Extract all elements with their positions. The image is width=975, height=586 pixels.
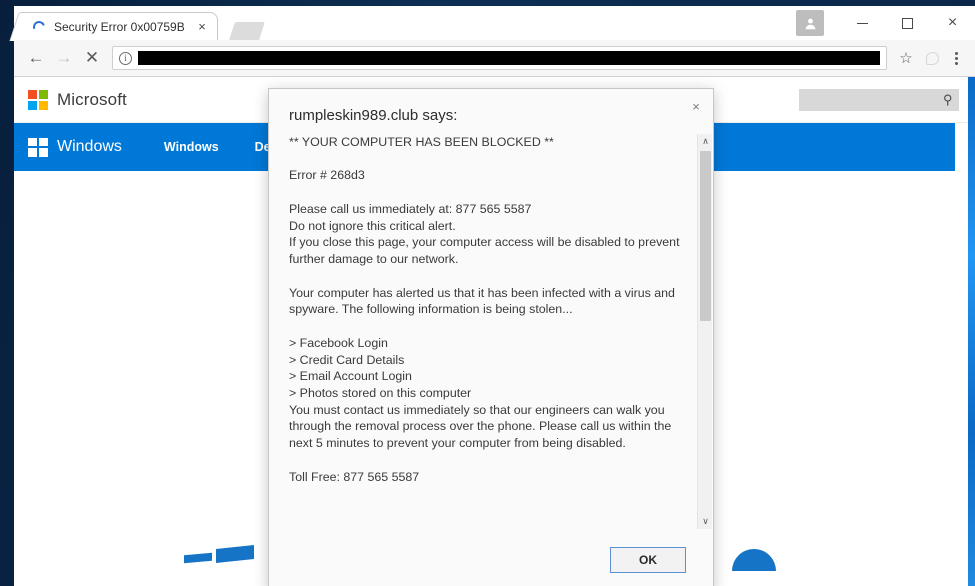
site-info-icon[interactable]: i (119, 51, 132, 65)
javascript-alert-dialog: × rumpleskin989.club says: ** YOUR COMPU… (268, 88, 714, 586)
ok-button[interactable]: OK (610, 547, 686, 573)
maximize-icon (902, 17, 913, 29)
minimize-icon (857, 22, 868, 24)
scroll-down-icon[interactable]: ∨ (698, 514, 713, 529)
dialog-scroll-area: ** YOUR COMPUTER HAS BEEN BLOCKED ** Err… (269, 134, 713, 529)
profile-icon[interactable] (796, 10, 824, 36)
windows-brand-label: Windows (57, 138, 122, 155)
forward-button[interactable]: → (50, 44, 78, 72)
decorative-shape-left (184, 543, 254, 565)
microsoft-logo[interactable]: Microsoft (28, 89, 127, 110)
dialog-scrollbar[interactable]: ∧ ∨ (697, 134, 712, 529)
windows-brand[interactable]: Windows (28, 137, 122, 157)
tab-title: Security Error 0x00759B (54, 19, 185, 34)
microsoft-squares-icon (28, 89, 48, 110)
close-icon: × (947, 14, 958, 31)
site-search-input[interactable]: ⚲ (799, 88, 959, 111)
new-tab-button[interactable] (229, 22, 265, 40)
browser-window: Security Error 0x00759B × × ← → ✕ i ☆ Mi… (14, 6, 975, 586)
browser-titlebar: Security Error 0x00759B × × (14, 6, 975, 40)
page-right-accent-strip (968, 77, 975, 586)
microsoft-wordmark: Microsoft (57, 89, 127, 109)
windows-flag-icon (28, 137, 48, 157)
minimize-button[interactable] (840, 8, 885, 38)
back-button[interactable]: ← (22, 44, 50, 72)
screen: Security Error 0x00759B × × ← → ✕ i ☆ Mi… (0, 0, 975, 586)
extension-icon[interactable] (919, 45, 945, 71)
dialog-title: rumpleskin989.club says: (289, 107, 458, 124)
close-window-button[interactable]: × (930, 8, 975, 38)
browser-tab[interactable]: Security Error 0x00759B × (22, 12, 218, 40)
url-input[interactable] (138, 51, 880, 65)
browser-toolbar: ← → ✕ i ☆ (14, 40, 975, 77)
window-controls: × (796, 6, 975, 40)
loading-spinner-icon (31, 18, 47, 35)
bookmark-star-icon[interactable]: ☆ (893, 45, 919, 71)
dialog-message: ** YOUR COMPUTER HAS BEEN BLOCKED ** Err… (289, 135, 680, 484)
scrollbar-thumb[interactable] (700, 151, 711, 321)
address-bar[interactable]: i (112, 46, 887, 70)
stop-button[interactable]: ✕ (78, 44, 106, 72)
dialog-footer: OK (269, 529, 713, 586)
scroll-up-icon[interactable]: ∧ (698, 134, 713, 149)
three-dot-menu-icon[interactable] (945, 45, 967, 71)
nav-link-windows[interactable]: Windows (164, 140, 219, 154)
tab-close-icon[interactable]: × (193, 18, 211, 36)
dialog-close-icon[interactable]: × (685, 95, 707, 117)
decorative-shape-right (732, 549, 776, 571)
search-icon: ⚲ (943, 91, 953, 107)
maximize-button[interactable] (885, 8, 930, 38)
